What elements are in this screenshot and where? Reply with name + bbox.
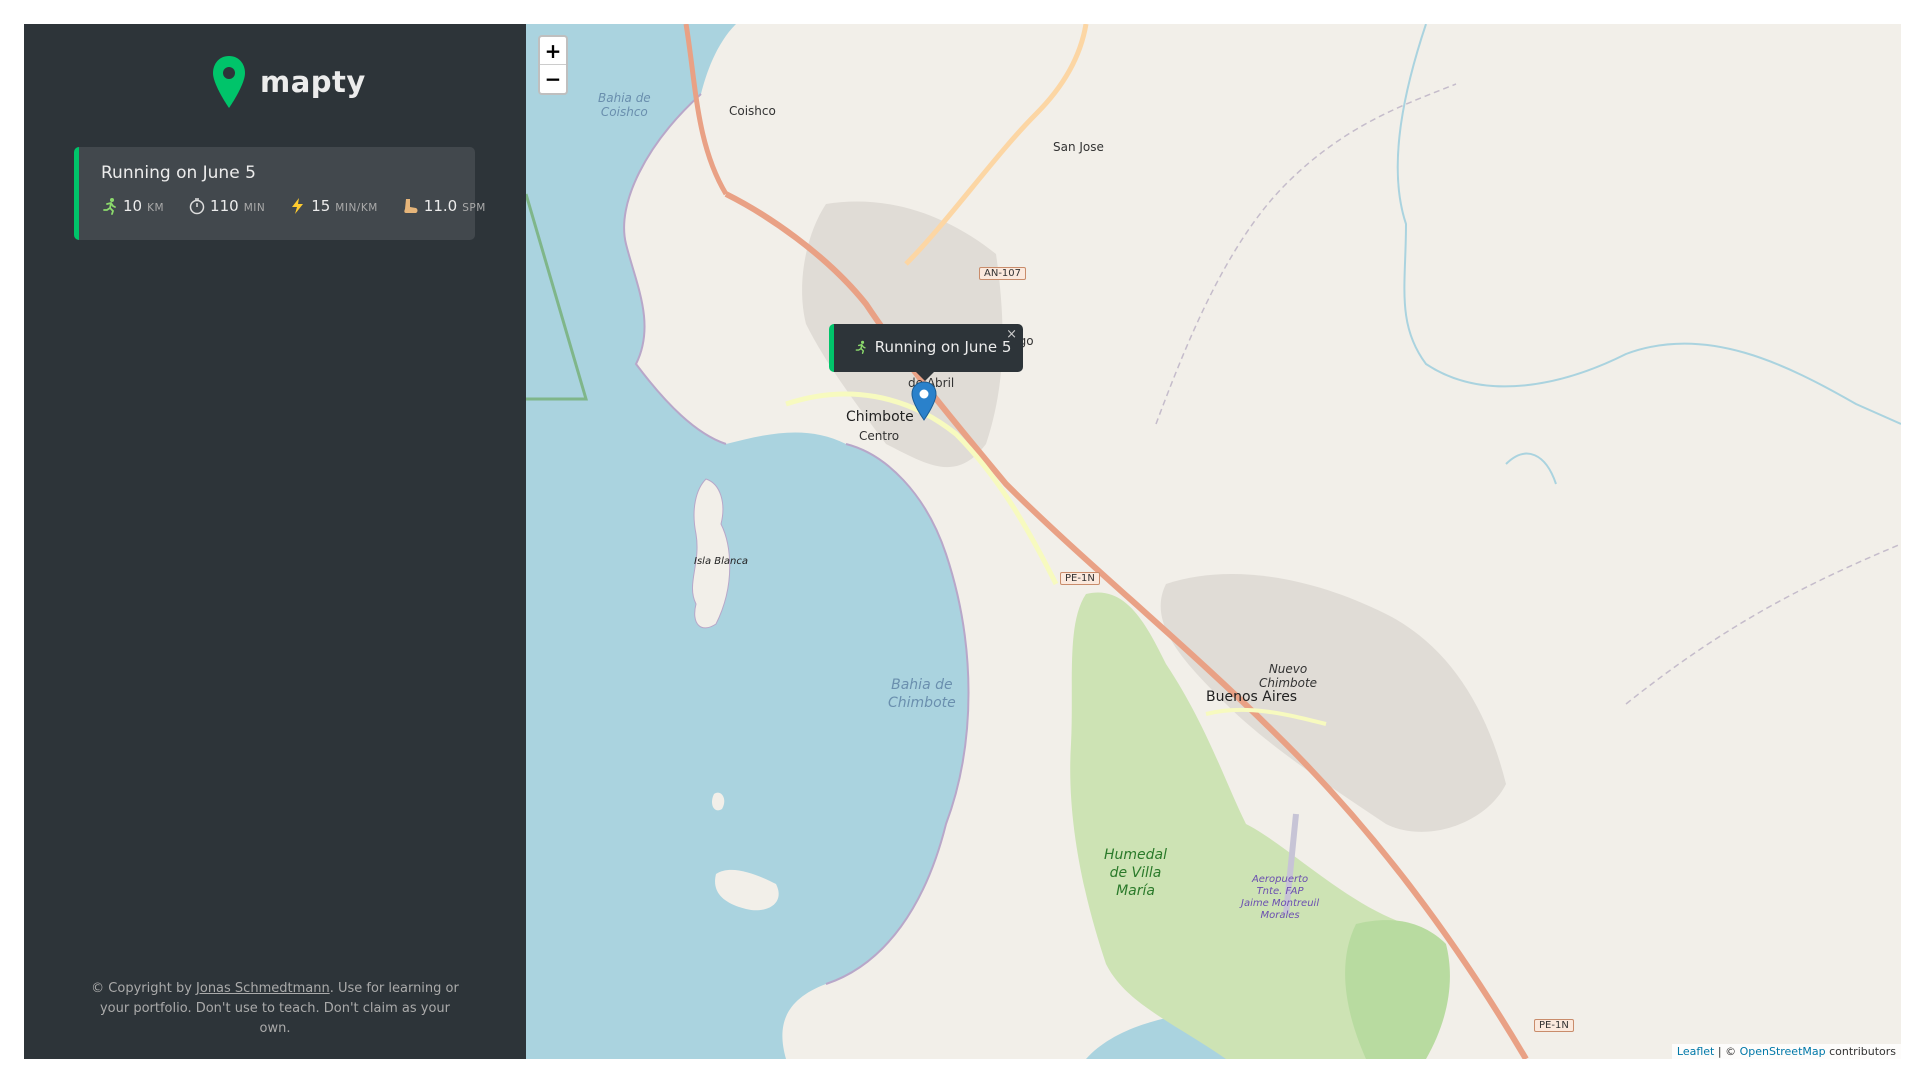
map-label-airport: Aeropuerto Tnte. FAP Jaime Montreuil Morale… (1241, 874, 1320, 921)
map-label-buenos-aires: Buenos Aires (1206, 689, 1298, 705)
duration-unit: min (243, 202, 266, 214)
map[interactable]: + − Bahia deCoishco Coishco San Jose ngo… (526, 24, 1901, 1059)
map-label-nuevo-chimbote: Nuevo Chimbote (1259, 662, 1318, 690)
workout-detail-pace: 15 min/km (289, 197, 378, 215)
road-shield-pe1n: PE-1N (1534, 1019, 1574, 1032)
workout-detail-cadence: 11.0 spm (402, 197, 486, 215)
pace-value: 15 (311, 197, 331, 215)
workout-title: Running on June 5 (101, 163, 256, 183)
cadence-unit: spm (462, 202, 486, 214)
map-label-isla-blanca: Isla Blanca (694, 556, 748, 567)
lightning-icon (292, 198, 304, 214)
cadence-value: 11.0 (423, 197, 458, 215)
osm-link[interactable]: OpenStreetMap (1740, 1045, 1826, 1058)
zoom-control: + − (538, 35, 568, 95)
sidebar: mapty Running on June 5 10 km 110 min (24, 24, 526, 1059)
leaflet-link[interactable]: Leaflet (1677, 1045, 1714, 1058)
road-shield-pe1n: PE-1N (1060, 572, 1100, 585)
workout-detail-distance: 10 km (101, 197, 164, 215)
stopwatch-icon (189, 198, 205, 215)
map-label-centro: Centro (859, 429, 900, 443)
popup-text: Running on June 5 (874, 338, 1012, 356)
running-icon (103, 198, 116, 215)
map-label-san-jose: San Jose (1053, 140, 1104, 154)
duration-value: 110 (210, 197, 239, 215)
map-pin-logo-icon (213, 56, 245, 108)
author-link[interactable]: Jonas Schmedtmann (196, 981, 330, 996)
app-name: mapty (260, 65, 366, 99)
map-label-bahia-coishco: Bahia de Coishco (598, 91, 651, 119)
map-label-coishco: Coishco (729, 104, 776, 118)
footprint-icon (404, 199, 418, 213)
zoom-out-button[interactable]: − (540, 65, 566, 93)
distance-unit: km (147, 202, 165, 214)
popup-close-button[interactable]: × (1006, 327, 1017, 342)
workout-detail-duration: 110 min (188, 197, 265, 215)
workout-popup[interactable]: × Running on June 5 (829, 324, 1023, 381)
road-shield-an107: AN-107 (979, 267, 1027, 280)
workout-card-running[interactable]: Running on June 5 10 km 110 min (74, 147, 485, 240)
map-label-bahia-chimbote: Bahia de Chimbote (888, 677, 956, 711)
copyright-notice: © Copyright by Jonas Schmedtmann. Use fo… (91, 981, 459, 1036)
map-marker-icon[interactable] (911, 381, 937, 421)
map-tiles (526, 24, 1901, 1059)
map-label-chimbote: Chimbote (846, 409, 914, 425)
running-icon (855, 340, 866, 354)
map-attribution: Leaflet | © OpenStreetMap contributors (1671, 1044, 1901, 1059)
pace-unit: min/km (335, 202, 378, 214)
logo: mapty (212, 54, 366, 110)
workout-details: 10 km 110 min 15 min/km (101, 197, 485, 215)
distance-value: 10 (123, 197, 143, 215)
zoom-in-button[interactable]: + (540, 37, 566, 65)
map-label-humedal: Humedal de Villa María (1104, 847, 1168, 899)
